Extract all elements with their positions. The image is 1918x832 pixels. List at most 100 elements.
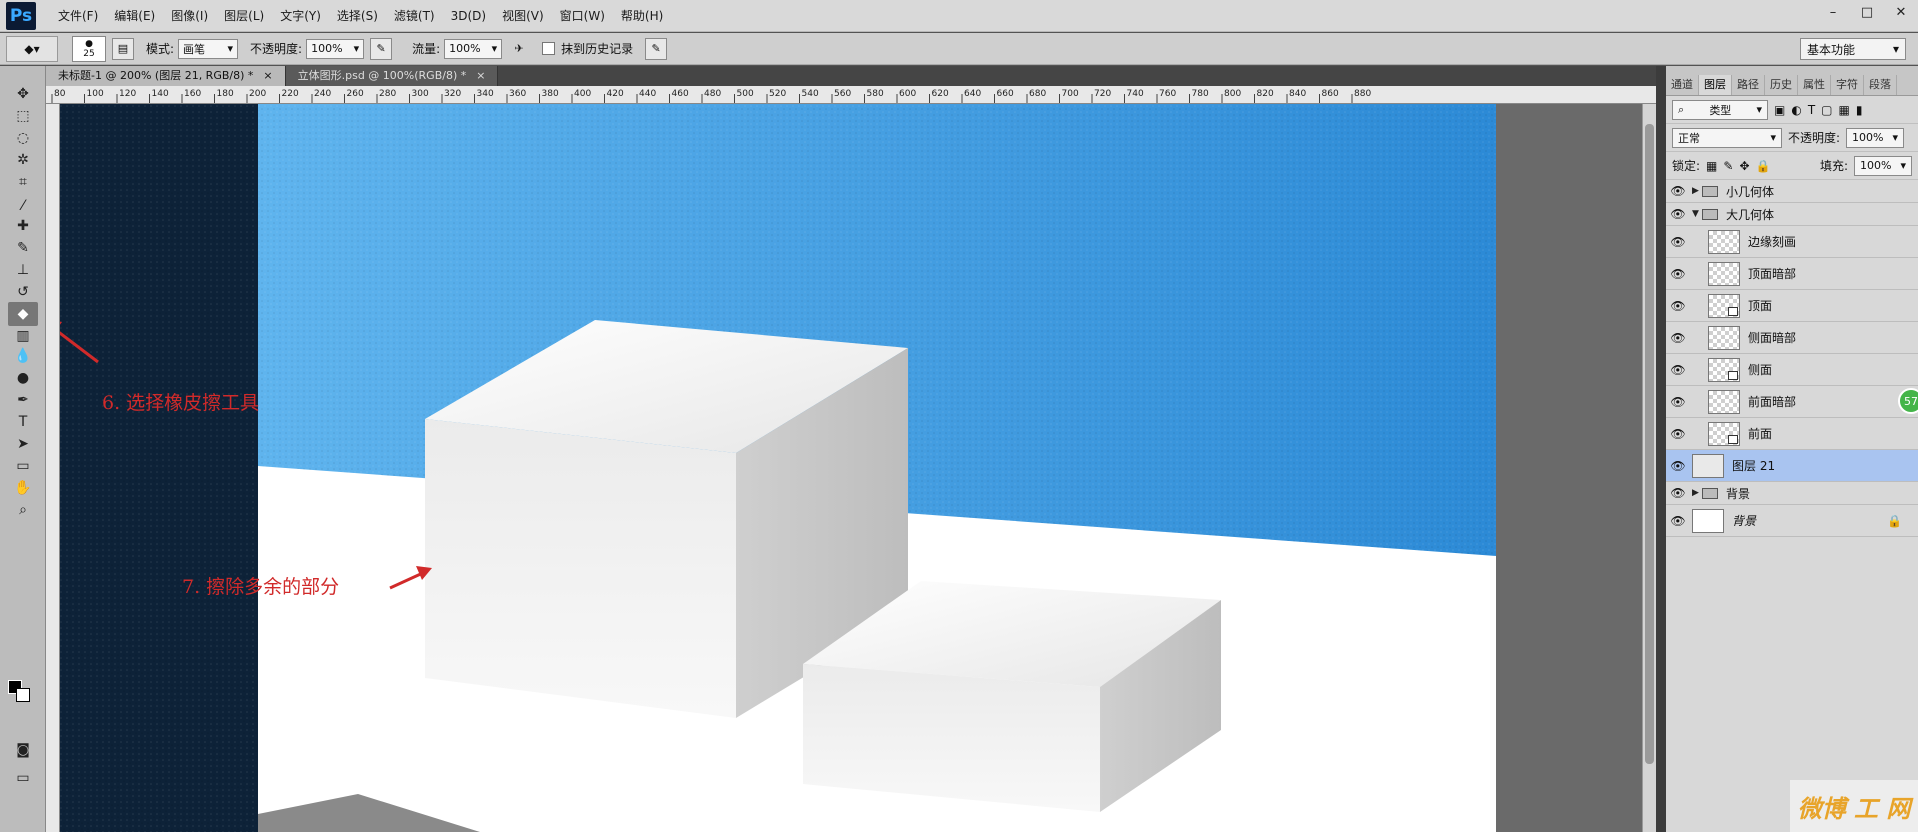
path-select-tool-icon[interactable]: ➤ [8,432,38,456]
panel-tab[interactable]: 路径 [1732,75,1765,95]
clone-stamp-tool-icon[interactable]: ⊥ [8,258,38,282]
layer-row[interactable]: 👁 前面暗部 [1666,386,1918,418]
filter-toggle-icon[interactable]: ▮ [1856,103,1863,117]
layer-row[interactable]: 👁 顶面 [1666,290,1918,322]
fill-input[interactable]: 100% ▾ [1854,155,1912,176]
tool-preset-picker[interactable]: ◆▾ [6,35,58,62]
lock-pixels-icon[interactable]: ✎ [1723,159,1733,173]
visibility-eye-icon[interactable]: 👁 [1666,299,1690,313]
marquee-tool-icon[interactable]: ⬚ [8,104,38,128]
panel-tab[interactable]: 字符 [1831,75,1864,95]
pressure-size-icon[interactable]: ✎ [645,37,668,60]
zoom-tool-icon[interactable]: ⌕ [8,498,38,522]
rectangle-tool-icon[interactable]: ▭ [8,454,38,478]
mode-select[interactable]: 画笔 ▾ [178,38,239,59]
visibility-eye-icon[interactable]: 👁 [1666,459,1690,473]
layer-row[interactable]: 👁 侧面 [1666,354,1918,386]
layer-row[interactable]: 👁 顶面暗部 [1666,258,1918,290]
canvas-area[interactable] [60,104,1656,832]
filter-type-icon[interactable]: T [1808,103,1815,117]
visibility-eye-icon[interactable]: 👁 [1666,235,1690,249]
pressure-opacity-icon[interactable]: ✎ [370,37,393,60]
panel-tab[interactable]: 属性 [1798,75,1831,95]
panel-tab[interactable]: 段落 [1864,75,1897,95]
layer-row[interactable]: 👁 边缘刻画 [1666,226,1918,258]
visibility-eye-icon[interactable]: 👁 [1666,363,1690,377]
lasso-tool-icon[interactable]: ◌ [8,126,38,150]
visibility-eye-icon[interactable]: 👁 [1666,395,1690,409]
restore-button[interactable]: □ [1850,0,1884,24]
brush-preset-picker[interactable]: ● 25 [72,35,106,62]
scrollbar-thumb[interactable] [1645,124,1654,764]
crop-tool-icon[interactable]: ⌗ [8,170,38,194]
menu-item[interactable]: 文件(F) [50,0,106,32]
brush-tool-icon[interactable]: ✎ [8,236,38,260]
close-tab-icon[interactable]: × [263,66,272,86]
layer-row[interactable]: 👁 侧面暗部 [1666,322,1918,354]
expand-icon[interactable]: ▶ [1692,186,1702,196]
panel-tab[interactable]: 通道 [1666,75,1699,95]
menu-item[interactable]: 编辑(E) [106,0,163,32]
lock-transparent-icon[interactable]: ▦ [1706,159,1717,173]
layer-row[interactable]: 👁 背景 🔒 [1666,505,1918,537]
close-tab-icon[interactable]: × [476,66,485,86]
filter-adjust-icon[interactable]: ◐ [1791,103,1801,117]
filter-smart-icon[interactable]: ▦ [1839,103,1850,117]
brush-panel-toggle-icon[interactable]: ▤ [112,37,134,60]
layer-row[interactable]: 👁 ▶ 小几何体 [1666,180,1918,203]
layer-opacity-input[interactable]: 100% ▾ [1846,127,1905,148]
menu-item[interactable]: 图像(I) [163,0,216,32]
filter-pixel-icon[interactable]: ▣ [1774,103,1785,117]
document-tab[interactable]: 未标题-1 @ 200% (图层 21, RGB/8) * × [46,66,286,86]
visibility-eye-icon[interactable]: 👁 [1666,486,1690,500]
visibility-eye-icon[interactable]: 👁 [1666,207,1690,221]
collapse-icon[interactable]: ▼ [1692,209,1702,219]
dodge-tool-icon[interactable]: ● [8,366,38,390]
visibility-eye-icon[interactable]: 👁 [1666,514,1690,528]
vertical-scrollbar[interactable] [1642,104,1656,832]
flow-input[interactable]: 100% ▾ [444,38,503,59]
layer-row[interactable]: 👁 ▶ 背景 [1666,482,1918,505]
menu-item[interactable]: 图层(L) [216,0,272,32]
pen-tool-icon[interactable]: ✒ [8,388,38,412]
document-tab[interactable]: 立体图形.psd @ 100%(RGB/8) * × [285,66,499,86]
type-tool-icon[interactable]: T [8,410,38,434]
visibility-eye-icon[interactable]: 👁 [1666,267,1690,281]
menu-item[interactable]: 窗口(W) [552,0,613,32]
lock-position-icon[interactable]: ✥ [1739,159,1749,173]
panel-tab[interactable]: 历史 [1765,75,1798,95]
layer-row[interactable]: 👁 ▼ 大几何体 [1666,203,1918,226]
menu-item[interactable]: 帮助(H) [613,0,671,32]
menu-item[interactable]: 滤镜(T) [386,0,443,32]
panel-tab[interactable]: 图层 [1699,75,1732,95]
hand-tool-icon[interactable]: ✋ [8,476,38,500]
layer-row[interactable]: 👁 前面 [1666,418,1918,450]
visibility-eye-icon[interactable]: 👁 [1666,331,1690,345]
filter-shape-icon[interactable]: ▢ [1821,103,1832,117]
layer-filter-select[interactable]: ⌕ 类型 ▾ [1672,99,1768,120]
screen-mode-icon[interactable]: ▭ [8,766,38,790]
blur-tool-icon[interactable]: 💧 [8,344,38,368]
opacity-input[interactable]: 100% ▾ [306,38,365,59]
visibility-eye-icon[interactable]: 👁 [1666,184,1690,198]
move-tool-icon[interactable]: ✥ [8,82,38,106]
airbrush-icon[interactable]: ✈ [508,38,530,60]
layer-row[interactable]: 👁 图层 21 [1666,450,1918,482]
history-brush-tool-icon[interactable]: ↺ [8,280,38,304]
visibility-eye-icon[interactable]: 👁 [1666,427,1690,441]
blend-mode-select[interactable]: 正常 ▾ [1672,127,1782,148]
quick-mask-icon[interactable]: ◙ [8,738,38,762]
panel-collapse-strip[interactable] [1656,66,1666,832]
menu-item[interactable]: 选择(S) [329,0,386,32]
minimize-button[interactable]: – [1816,0,1850,24]
menu-item[interactable]: 视图(V) [494,0,552,32]
close-button[interactable]: ✕ [1884,0,1918,24]
eraser-tool-icon[interactable]: ◆ [8,302,38,326]
quick-select-tool-icon[interactable]: ✲ [8,148,38,172]
menu-item[interactable]: 文字(Y) [272,0,329,32]
lock-all-icon[interactable]: 🔒 [1756,159,1771,173]
erase-to-history-checkbox[interactable] [542,42,556,55]
workspace-select[interactable]: 基本功能 ▾ [1800,38,1906,60]
background-color-swatch[interactable] [16,688,30,702]
menu-item[interactable]: 3D(D) [443,0,494,32]
